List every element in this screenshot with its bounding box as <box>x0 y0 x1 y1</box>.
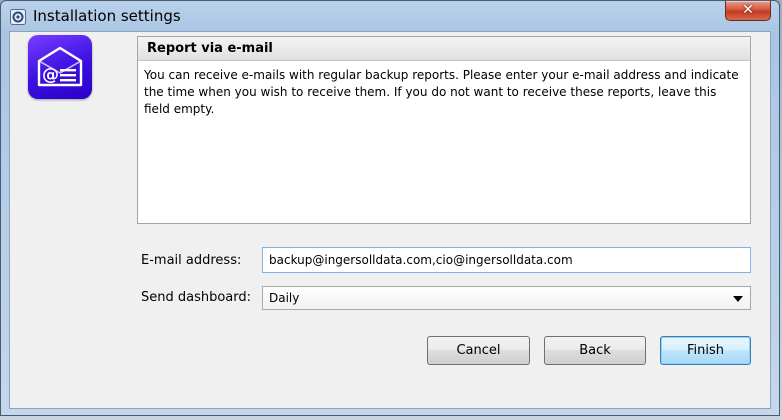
back-button[interactable]: Back <box>544 336 646 365</box>
report-description: You can receive e-mails with regular bac… <box>144 68 739 116</box>
finish-button[interactable]: Finish <box>660 336 751 365</box>
send-dashboard-value: Daily <box>269 291 300 305</box>
email-envelope-icon: @ <box>28 35 92 99</box>
chevron-down-icon <box>733 296 743 302</box>
close-icon: ✕ <box>742 2 754 18</box>
svg-text:@: @ <box>42 65 59 85</box>
close-button[interactable]: ✕ <box>725 1 771 21</box>
settings-gear-icon <box>10 9 26 25</box>
send-dashboard-select[interactable]: Daily <box>262 286 751 310</box>
email-input[interactable] <box>262 247 751 273</box>
window-title: Installation settings <box>33 7 181 25</box>
send-dashboard-label: Send dashboard: <box>141 290 252 305</box>
cancel-button[interactable]: Cancel <box>427 336 530 365</box>
report-title: Report via e-mail <box>147 41 273 56</box>
title-bar[interactable]: Installation settings ✕ <box>1 1 779 31</box>
report-header: Report via e-mail <box>138 37 750 61</box>
report-info-panel: Report via e-mail You can receive e-mail… <box>137 36 751 224</box>
email-label: E-mail address: <box>141 253 242 268</box>
